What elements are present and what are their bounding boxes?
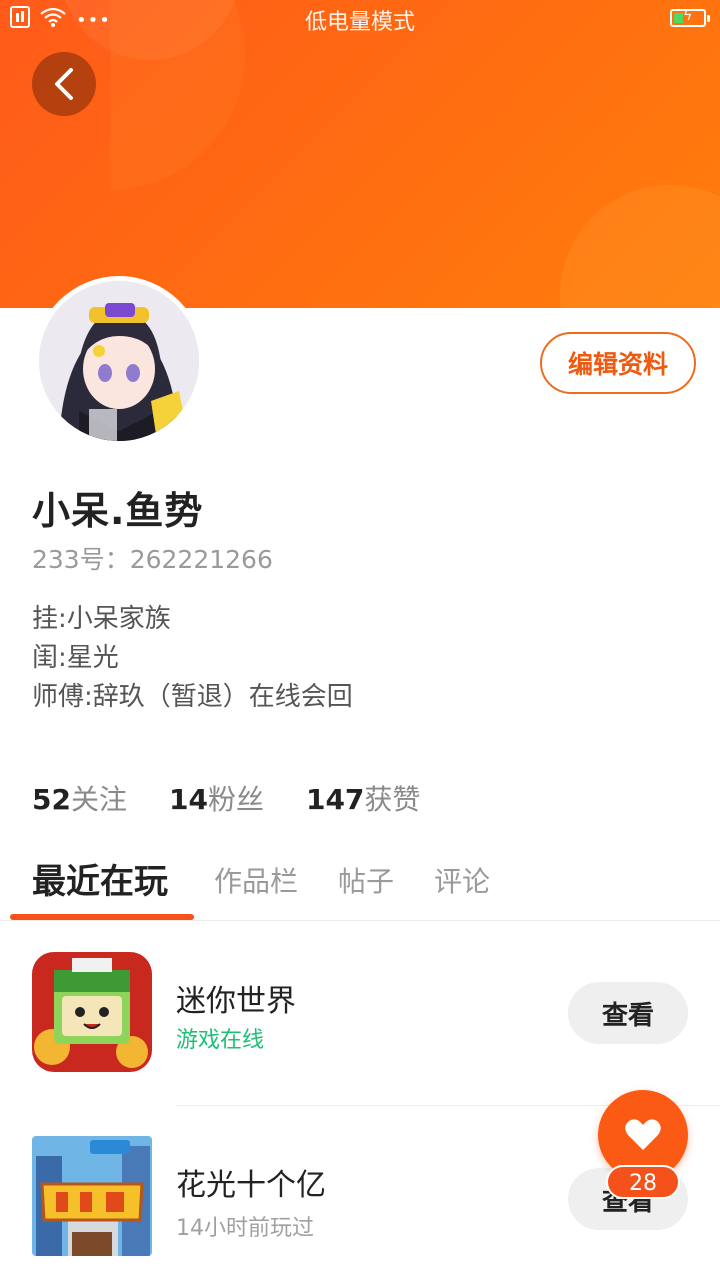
username: 小呆.鱼势 — [32, 489, 204, 533]
tab-posts[interactable]: 帖子 — [338, 860, 394, 900]
divider — [0, 920, 720, 921]
stat-value: 14 — [168, 783, 208, 816]
list-item[interactable]: 迷你世界 游戏在线 查看 — [0, 940, 720, 1090]
stat-likes[interactable]: 147获赞 — [306, 778, 420, 818]
stat-value: 52 — [32, 783, 71, 816]
user-id: 233号：262221266 — [32, 545, 273, 574]
bio-line: 挂:小呆家族 — [32, 604, 171, 634]
game-name: 花光十个亿 — [176, 1168, 326, 1203]
stat-followers[interactable]: 14粉丝 — [169, 778, 264, 818]
chevron-left-icon — [55, 68, 73, 100]
bio-line: 闺:星光 — [32, 643, 119, 673]
stat-label: 粉丝 — [207, 783, 264, 816]
tab-recently-played[interactable]: 最近在玩 — [32, 854, 168, 903]
game-status: 游戏在线 — [176, 1028, 265, 1053]
status-bar: ••• 低电量模式 ϟ — [0, 0, 720, 38]
game-icon-mini-world — [32, 952, 152, 1072]
game-icon-flower-light — [32, 1136, 152, 1256]
stat-value: 147 — [305, 783, 365, 816]
avatar-illustration — [39, 281, 199, 441]
bio: 挂:小呆家族 闺:星光 师傅:辞玖（暂退）在线会回 — [32, 600, 353, 717]
heart-icon — [625, 1119, 661, 1150]
like-count-badge: 28 — [606, 1165, 680, 1199]
game-name: 迷你世界 — [176, 984, 296, 1019]
battery-icon: ϟ — [670, 8, 710, 27]
back-button[interactable] — [32, 52, 96, 116]
stats-row: 52关注 14粉丝 147获赞 — [32, 778, 420, 818]
tab-comments[interactable]: 评论 — [434, 860, 490, 900]
banner-decoration — [560, 185, 720, 308]
game-status: 14小时前玩过 — [176, 1216, 314, 1241]
stat-label: 获赞 — [364, 783, 421, 816]
edit-profile-button[interactable]: 编辑资料 — [540, 332, 696, 394]
profile-header-banner — [0, 0, 720, 308]
profile-tabs: 最近在玩 作品栏 帖子 评论 — [0, 852, 720, 920]
low-power-mode-label: 低电量模式 — [304, 10, 415, 35]
stat-label: 关注 — [70, 783, 127, 816]
bio-line: 师傅:辞玖（暂退）在线会回 — [32, 682, 353, 712]
avatar[interactable] — [34, 276, 204, 446]
stat-following[interactable]: 52关注 — [32, 778, 127, 818]
tab-works[interactable]: 作品栏 — [214, 860, 298, 900]
view-button[interactable]: 查看 — [568, 982, 688, 1044]
